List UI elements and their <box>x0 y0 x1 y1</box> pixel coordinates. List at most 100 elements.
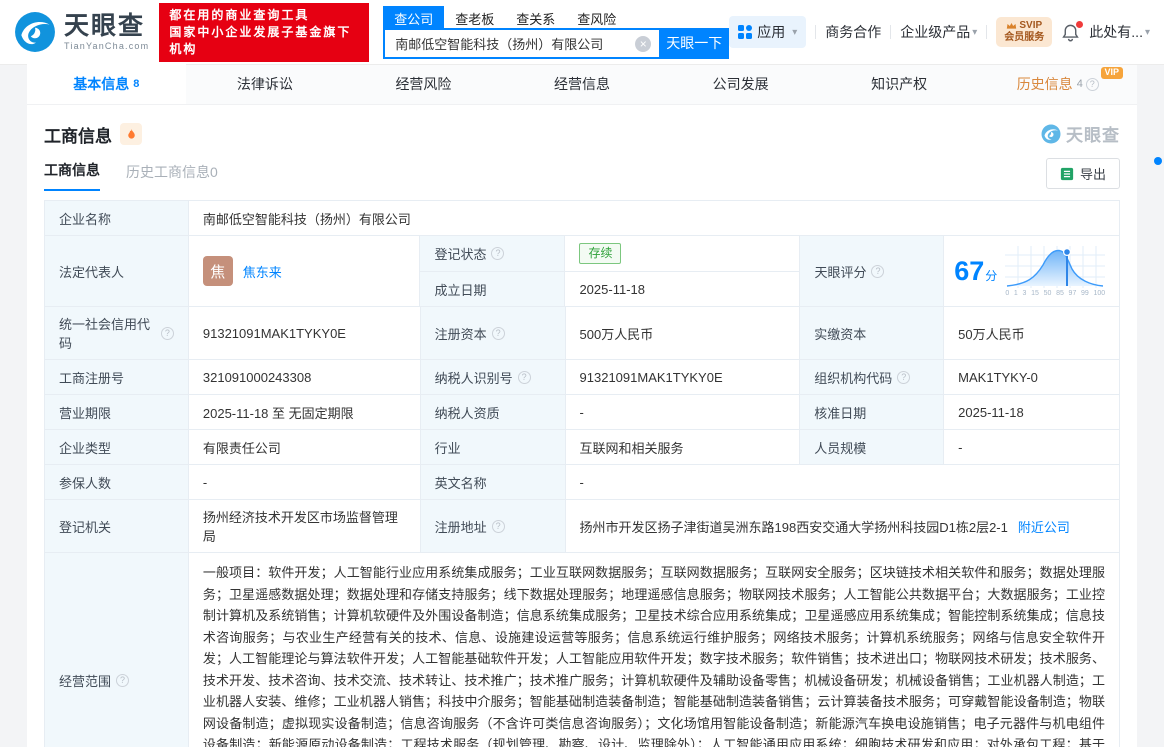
tianyancha-logo-icon <box>14 11 56 53</box>
company-name-label: 企业名称 <box>45 201 189 236</box>
help-icon[interactable] <box>116 674 129 687</box>
clear-search-icon[interactable] <box>635 36 651 52</box>
reg-number-label: 工商注册号 <box>45 360 189 395</box>
tyc-score-label: 天眼评分 <box>800 236 944 307</box>
tab-label: 经营信息 <box>554 74 610 94</box>
help-icon[interactable] <box>1086 78 1099 91</box>
table-row: 企业类型 有限责任公司 行业 互联网和相关服务 人员规模 - <box>45 430 1120 465</box>
score-curve-chart[interactable]: 0131550859799100 <box>1003 244 1107 298</box>
tab-label: 知识产权 <box>871 74 927 94</box>
logo-subtitle: TianYanCha.com <box>64 42 149 51</box>
reg-capital-value: 500万人民币 <box>566 307 801 360</box>
reg-number-value: 321091000243308 <box>189 360 421 395</box>
section-title: 工商信息 <box>44 122 112 147</box>
menu-cooperation[interactable]: 商务合作 <box>825 22 881 42</box>
svip-member-button[interactable]: SVIP 会员服务 <box>996 17 1052 47</box>
staff-size-value: - <box>944 430 1120 465</box>
tab-operating-risk[interactable]: 经营风险 <box>344 64 503 104</box>
logo-title: 天眼查 <box>64 14 149 39</box>
tab-intellectual-property[interactable]: 知识产权 <box>820 64 979 104</box>
chevron-down-icon <box>972 27 977 38</box>
reg-address-value: 扬州市开发区扬子津街道吴洲东路198西安交通大学扬州科技园D1栋2层2-1 附近… <box>566 500 1120 553</box>
credit-code-label: 统一社会信用代码 <box>45 307 189 360</box>
org-code-label: 组织机构代码 <box>800 360 944 395</box>
reg-status-label: 登记状态 <box>420 236 565 272</box>
tab-company-development[interactable]: 公司发展 <box>661 64 820 104</box>
reg-status-value: 存续 <box>565 236 800 272</box>
tab-basic-info[interactable]: 基本信息 8 <box>27 64 186 104</box>
notifications-button[interactable] <box>1061 23 1080 42</box>
apps-menu[interactable]: 应用 <box>729 16 806 48</box>
slogan-banner: 都在用的商业查询工具 国家中小企业发展子基金旗下机构 <box>159 3 369 62</box>
search-tab-company[interactable]: 查公司 <box>383 6 444 28</box>
tab-label: 历史信息 <box>1017 74 1073 94</box>
user-menu[interactable]: 此处有... <box>1089 22 1150 42</box>
approval-date-value: 2025-11-18 <box>944 395 1120 430</box>
help-icon[interactable] <box>871 265 884 278</box>
help-icon[interactable] <box>897 371 910 384</box>
tab-count: 8 <box>133 78 139 90</box>
search-tab-relation[interactable]: 查关系 <box>505 6 566 28</box>
reg-capital-label: 注册资本 <box>421 307 566 360</box>
table-row: 经营范围 一般项目：软件开发；人工智能行业应用系统集成服务；工业互联网数据服务；… <box>45 553 1120 747</box>
paid-capital-value: 50万人民币 <box>944 307 1120 360</box>
company-type-label: 企业类型 <box>45 430 189 465</box>
industry-label: 行业 <box>421 430 566 465</box>
tab-label: 公司发展 <box>713 74 769 94</box>
help-icon[interactable] <box>161 327 174 340</box>
divider <box>890 25 891 39</box>
business-term-label: 营业期限 <box>45 395 189 430</box>
company-name-value: 南邮低空智能科技（扬州）有限公司 <box>189 201 1120 236</box>
taxpayer-id-value: 91321091MAK1TYKY0E <box>566 360 801 395</box>
table-row: 营业期限 2025-11-18 至 无固定期限 纳税人资质 - 核准日期 202… <box>45 395 1120 430</box>
tianyancha-logo[interactable]: 天眼查 TianYanCha.com <box>14 11 149 53</box>
subtab-business-info[interactable]: 工商信息 <box>44 160 100 191</box>
help-icon[interactable] <box>518 371 531 384</box>
search-tab-risk[interactable]: 查风险 <box>566 6 627 28</box>
business-info-card: 天眼查 工商信息 工商信息 历史工商信息0 导出 企业名称 南邮低空智能科技（扬… <box>27 105 1137 747</box>
help-icon[interactable] <box>492 520 505 533</box>
nearby-companies-link[interactable]: 附近公司 <box>1018 517 1070 536</box>
help-icon[interactable] <box>492 327 505 340</box>
table-row: 统一社会信用代码 91321091MAK1TYKY0E 注册资本 500万人民币… <box>45 307 1120 360</box>
business-scope-label: 经营范围 <box>45 553 189 747</box>
search-tab-boss[interactable]: 查老板 <box>444 6 505 28</box>
tab-operating-info[interactable]: 经营信息 <box>503 64 662 104</box>
notification-dot <box>1076 21 1083 28</box>
establish-date-value: 2025-11-18 <box>565 272 800 307</box>
tab-history-info[interactable]: VIP 历史信息 4 <box>978 64 1137 104</box>
legal-rep-value: 焦 焦东来 <box>189 236 421 307</box>
menu-enterprise[interactable]: 企业级产品 <box>900 22 977 42</box>
industry-value: 互联网和相关服务 <box>566 430 801 465</box>
export-button[interactable]: 导出 <box>1046 158 1120 189</box>
slogan-line1: 都在用的商业查询工具 <box>169 7 359 24</box>
tab-label: 基本信息 <box>73 74 129 94</box>
business-info-table: 企业名称 南邮低空智能科技（扬州）有限公司 法定代表人 焦 焦东来 登记状态 存… <box>44 200 1120 747</box>
score-unit: 分 <box>985 269 997 283</box>
crown-icon <box>1006 22 1017 30</box>
search-input[interactable] <box>383 28 659 59</box>
svip-label: SVIP <box>1019 20 1042 32</box>
top-menu: 应用 商务合作 企业级产品 SVIP 会员服务 此处有... <box>729 16 1150 48</box>
english-name-label: 英文名称 <box>421 465 566 500</box>
table-row: 企业名称 南邮低空智能科技（扬州）有限公司 <box>45 201 1120 236</box>
avatar: 焦 <box>203 256 233 286</box>
floating-widget-dot[interactable] <box>1154 157 1162 165</box>
apps-label: 应用 <box>757 22 785 42</box>
score-number: 67 <box>954 256 984 286</box>
insured-count-label: 参保人数 <box>45 465 189 500</box>
search-button[interactable]: 天眼一下 <box>659 28 729 59</box>
help-icon[interactable] <box>491 247 504 260</box>
tab-legal-proceedings[interactable]: 法律诉讼 <box>186 64 345 104</box>
slogan-line2: 国家中小企业发展子基金旗下机构 <box>169 24 359 58</box>
search-tabs: 查公司 查老板 查关系 查风险 <box>383 6 729 28</box>
score-axis-labels: 0131550859799100 <box>1003 290 1107 298</box>
company-type-value: 有限责任公司 <box>189 430 421 465</box>
legal-rep-link[interactable]: 焦东来 <box>243 262 282 281</box>
approval-date-label: 核准日期 <box>800 395 944 430</box>
staff-size-label: 人员规模 <box>800 430 944 465</box>
tab-label: 法律诉讼 <box>237 74 293 94</box>
english-name-value: - <box>566 465 1120 500</box>
apps-grid-icon <box>738 25 752 39</box>
subtab-history-business-info[interactable]: 历史工商信息0 <box>126 162 218 191</box>
